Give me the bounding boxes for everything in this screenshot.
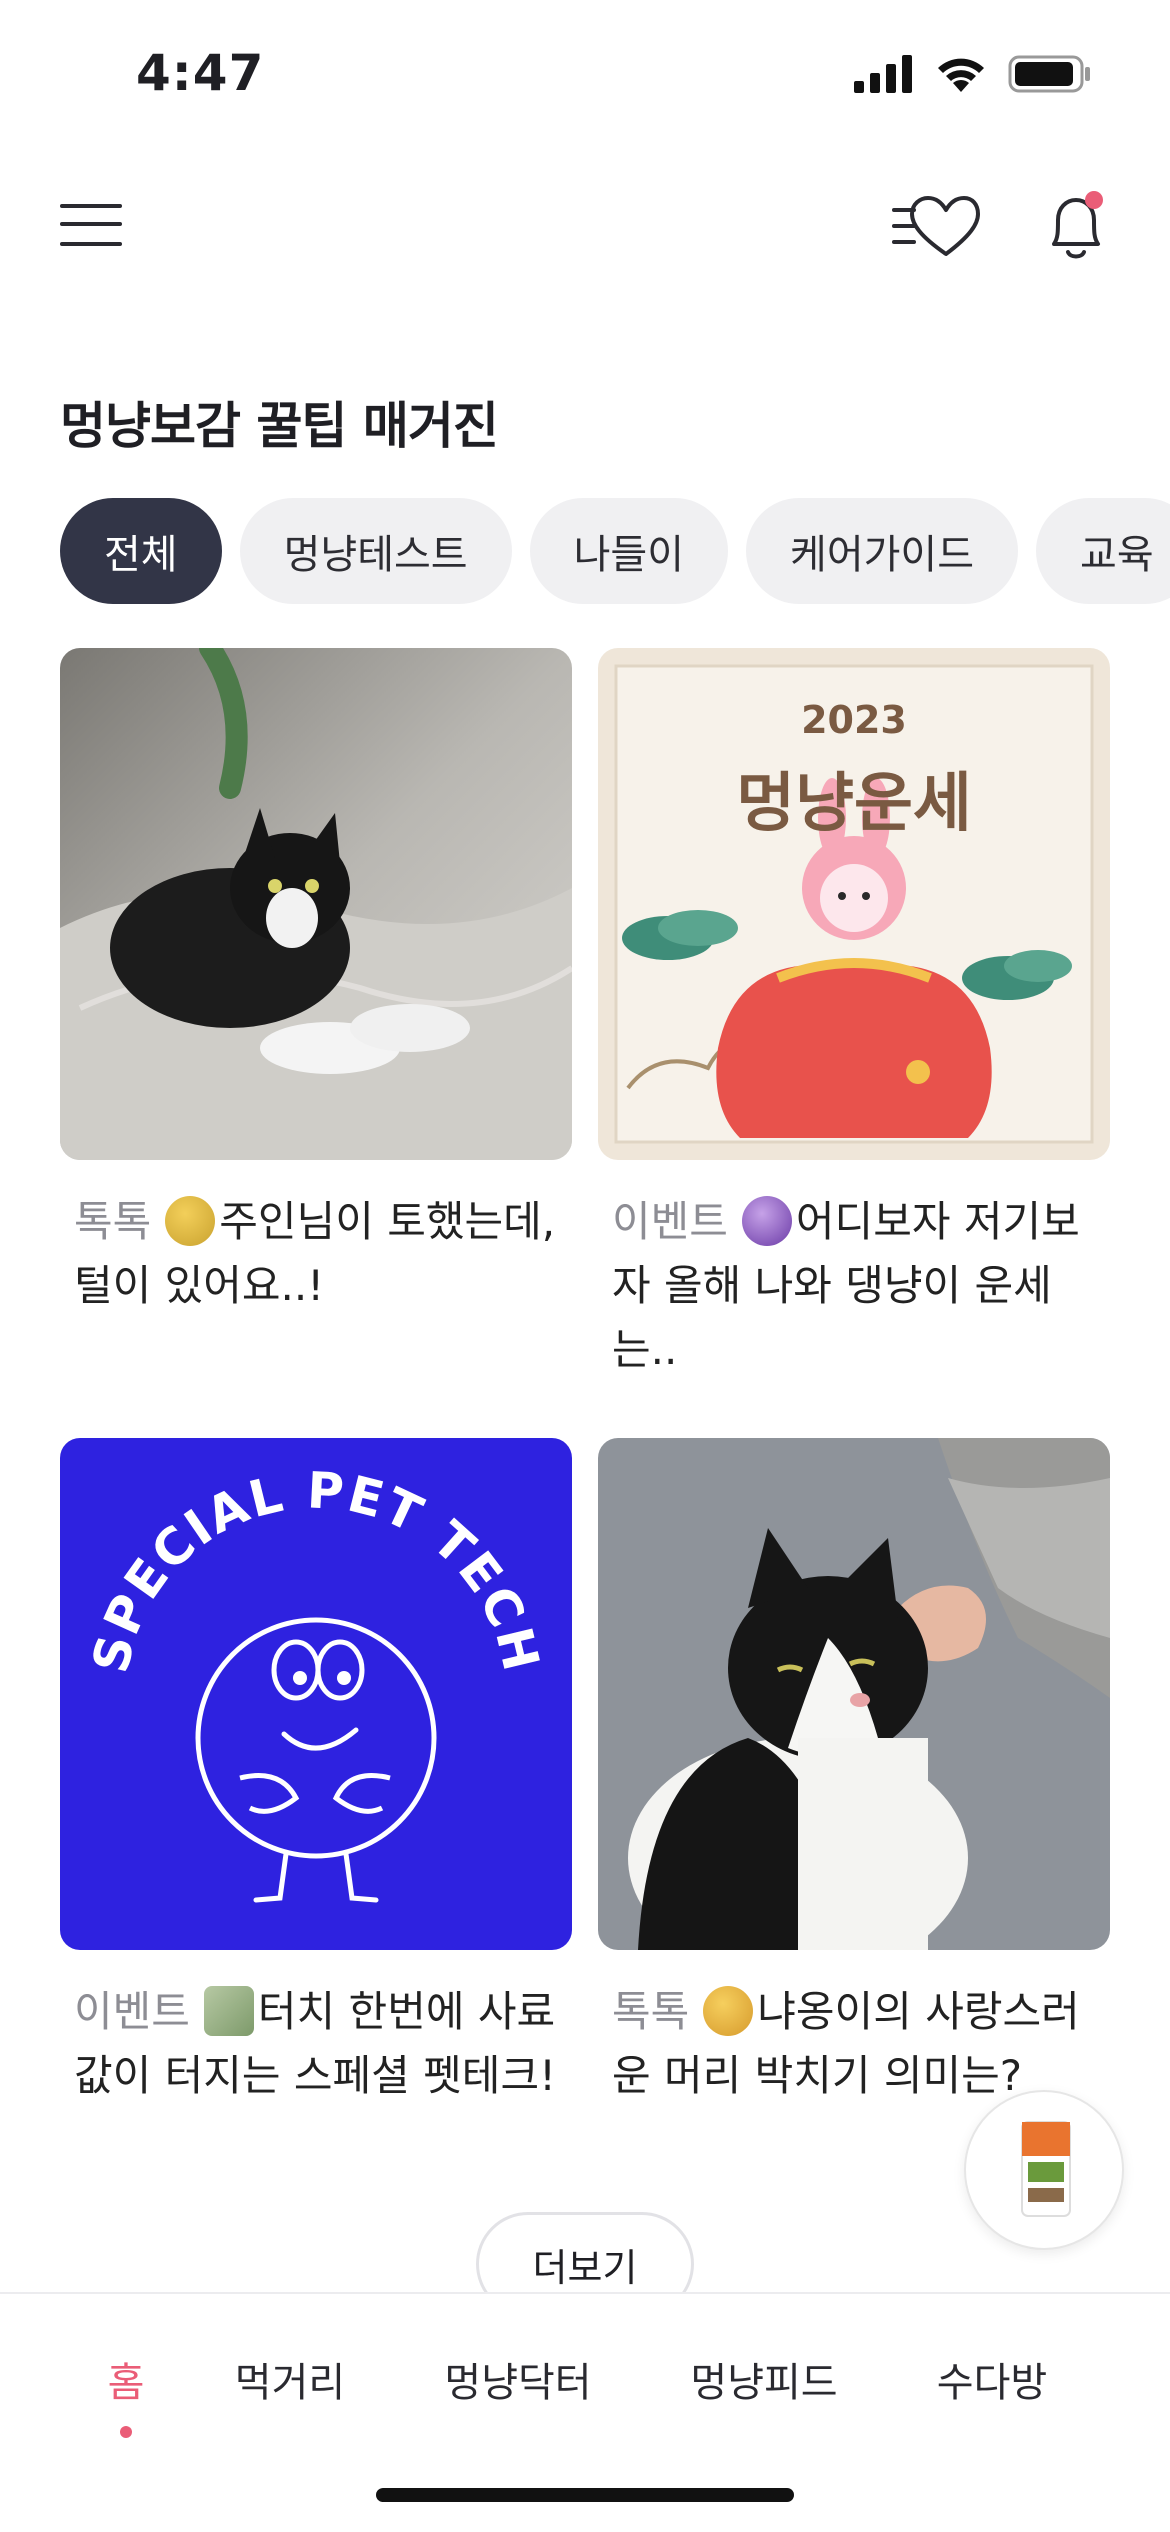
image-fortune-text: 멍냥운세 bbox=[736, 767, 972, 841]
notification-badge bbox=[1085, 191, 1103, 209]
card-caption: 톡톡 냐옹이의 사랑스러운 머리 박치기 의미는? bbox=[598, 1980, 1110, 2108]
status-icons bbox=[854, 54, 1092, 94]
card-image bbox=[598, 1438, 1110, 1950]
tab-care-guide[interactable]: 케어가이드 bbox=[746, 498, 1019, 604]
nauseated-face-icon bbox=[165, 1196, 216, 1246]
crystal-ball-icon bbox=[741, 1196, 792, 1246]
tab-all[interactable]: 전체 bbox=[60, 498, 222, 604]
nav-chat-room[interactable]: 수다방 bbox=[937, 2350, 1047, 2408]
bell-icon[interactable] bbox=[1044, 188, 1108, 264]
heart-list-icon[interactable] bbox=[890, 190, 980, 262]
tab-outing[interactable]: 나들이 bbox=[529, 498, 729, 604]
status-time: 4:47 bbox=[136, 44, 265, 102]
tab-pet-test[interactable]: 멍냥테스트 bbox=[239, 498, 512, 604]
magazine-card[interactable]: 2023 멍냥운세 이벤트 어디보자 저기보자 올해 나와 댕냥이 운세는.. bbox=[598, 648, 1110, 1382]
kissing-cat-icon bbox=[703, 1986, 754, 2036]
card-caption: 톡톡 주인님이 토했는데, 털이 있어요..! bbox=[60, 1190, 572, 1318]
card-tag: 이벤트 bbox=[612, 1197, 728, 1246]
card-image: SPECIAL PET TECH bbox=[60, 1438, 572, 1950]
card-tag: 톡톡 bbox=[612, 1987, 690, 2036]
card-caption: 이벤트 터치 한번에 사료값이 터지는 스페셜 펫테크! bbox=[60, 1980, 572, 2108]
magazine-card[interactable]: 톡톡 냐옹이의 사랑스러운 머리 박치기 의미는? bbox=[598, 1438, 1110, 2108]
nav-pet-doctor[interactable]: 멍냥닥터 bbox=[444, 2350, 591, 2408]
pet-tech-title: SPECIAL PET TECH bbox=[82, 1461, 549, 1678]
home-indicator bbox=[376, 2488, 794, 2502]
card-tag: 톡톡 bbox=[74, 1197, 152, 1246]
image-year-text: 2023 bbox=[801, 698, 907, 742]
floating-product-button[interactable] bbox=[964, 2090, 1124, 2250]
card-image: 2023 멍냥운세 bbox=[598, 648, 1110, 1160]
page-title: 멍냥보감 꿀팁 매거진 bbox=[60, 397, 499, 455]
nav-pet-feed[interactable]: 멍냥피드 bbox=[690, 2350, 837, 2408]
magazine-card[interactable]: SPECIAL PET TECH 이벤트 터치 한번에 사료값이 터지는 스페셜 … bbox=[60, 1438, 572, 2108]
card-image bbox=[60, 648, 572, 1160]
nav-home[interactable]: 홈 bbox=[108, 2350, 145, 2408]
svg-text:SPECIAL PET TECH: SPECIAL PET TECH bbox=[82, 1461, 551, 1678]
magazine-card[interactable]: 톡톡 주인님이 토했는데, 털이 있어요..! bbox=[60, 648, 572, 1318]
pet-food-bag-icon bbox=[1021, 2121, 1071, 2217]
cellular-signal-icon bbox=[854, 55, 912, 93]
tab-education[interactable]: 교육 bbox=[1036, 498, 1170, 604]
wifi-icon bbox=[938, 58, 984, 92]
nav-food[interactable]: 먹거리 bbox=[235, 2350, 345, 2408]
hamburger-menu-icon[interactable] bbox=[60, 198, 126, 252]
money-wings-icon bbox=[203, 1986, 254, 2036]
active-indicator-dot bbox=[120, 2426, 132, 2438]
category-tabs: 전체 멍냥테스트 나들이 케어가이드 교육 bbox=[60, 498, 1170, 604]
status-bar: 4:47 bbox=[0, 0, 1170, 150]
card-caption: 이벤트 어디보자 저기보자 올해 나와 댕냥이 운세는.. bbox=[598, 1190, 1110, 1382]
battery-icon bbox=[1008, 55, 1090, 93]
card-tag: 이벤트 bbox=[74, 1987, 190, 2036]
app-header bbox=[0, 180, 1170, 270]
